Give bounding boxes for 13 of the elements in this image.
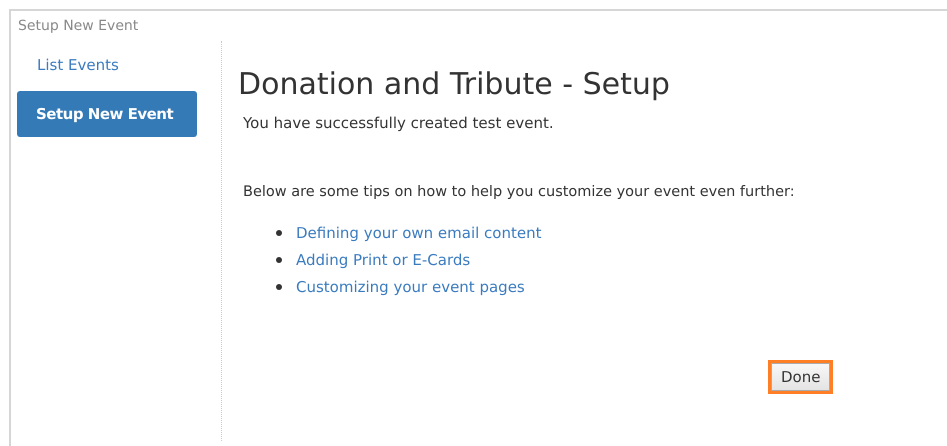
tip-link[interactable]: Defining your own email content [296,224,542,242]
success-message: You have successfully created test event. [242,114,555,132]
sidebar-item[interactable]: Setup New Event [17,91,197,137]
bullet-icon [276,284,282,290]
tip-link[interactable]: Adding Print or E-Cards [296,251,470,269]
bullet-icon [276,257,282,263]
done-button[interactable]: Done [771,363,830,391]
sidebar-item[interactable]: List Events [17,56,197,74]
panel-title: Setup New Event [17,17,140,36]
page-heading: Donation and Tribute - Setup [238,67,671,102]
tips-intro: Below are some tips on how to help you customize your event even further: [242,184,796,200]
bullet-icon [276,230,282,236]
tip-link[interactable]: Customizing your event pages [296,278,525,296]
